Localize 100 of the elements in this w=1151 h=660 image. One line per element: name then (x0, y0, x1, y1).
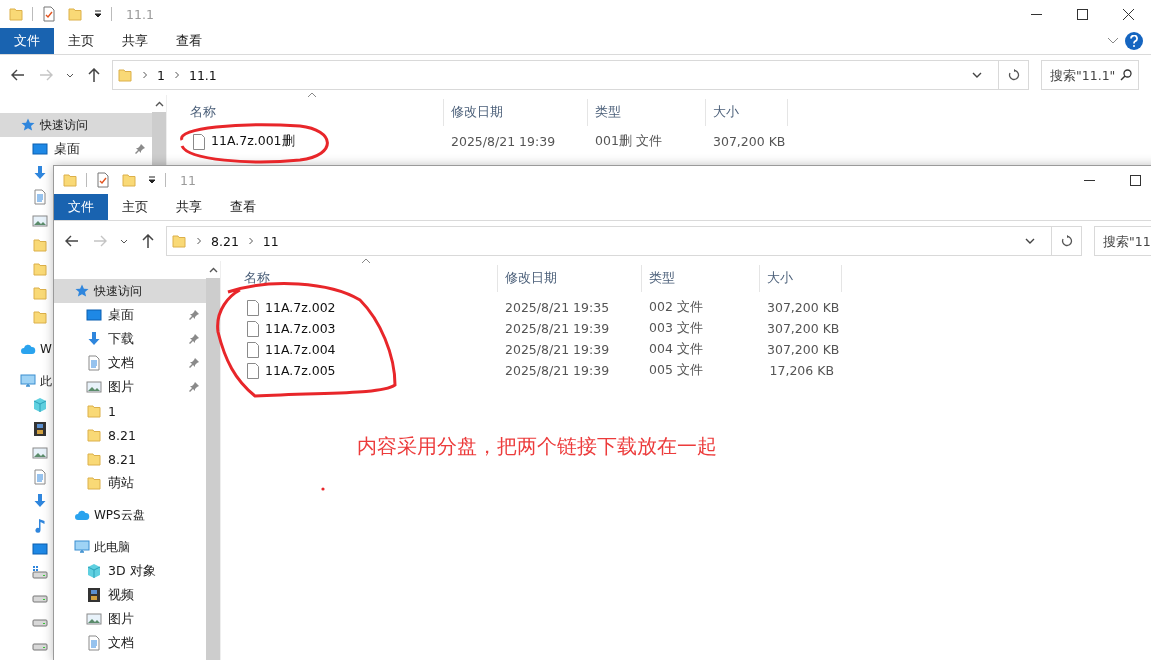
sort-caret-icon (361, 257, 371, 264)
nav-item[interactable]: 此电脑 (54, 535, 130, 559)
refresh-icon (1060, 235, 1073, 247)
nav-item[interactable]: W (0, 337, 52, 361)
annotation-dot (321, 487, 325, 491)
toolbar-button[interactable] (65, 6, 85, 22)
chevron-down-icon (1025, 238, 1035, 244)
nav-item[interactable]: 此 (0, 369, 52, 393)
chevron-icon (246, 237, 255, 245)
file-icon (247, 341, 259, 358)
file-type: 005 文件 (648, 362, 704, 379)
pin-icon[interactable] (134, 143, 146, 155)
expand-ribbon-icon[interactable] (1107, 37, 1119, 45)
column-header[interactable]: 修改日期 (444, 99, 588, 126)
folder-icon (117, 67, 133, 83)
chevron-up-icon (208, 266, 218, 273)
file-size: 307,200 KB (712, 134, 787, 149)
column-header[interactable]: 类型 (642, 265, 760, 292)
nav-item[interactable]: 3D 对象 (54, 559, 156, 583)
ribbon-tab[interactable]: 文件 (0, 28, 54, 54)
file-name[interactable]: 11A.7z.001删 (211, 133, 295, 150)
column-header[interactable]: 名称 (167, 99, 444, 126)
annotation-text: 内容采用分盘，把两个链接下载放在一起 (357, 433, 717, 460)
file-name[interactable]: 11A.7z.002 (265, 300, 336, 315)
pin-icon[interactable] (188, 357, 200, 369)
nav-item[interactable]: 快速访问 (54, 279, 206, 303)
column-header[interactable]: 类型 (588, 99, 706, 126)
back-arrow-icon (65, 235, 79, 247)
maximize-icon (1129, 174, 1141, 186)
ribbon-tab[interactable]: 查看 (162, 28, 216, 54)
nav-item[interactable]: 视频 (54, 583, 134, 607)
search-field[interactable]: 搜索"11.1" (1041, 60, 1139, 90)
file-size: 307,200 KB (766, 300, 841, 315)
nav-item[interactable]: WPS云盘 (54, 503, 145, 527)
pin-icon[interactable] (188, 333, 200, 345)
folder-icon (8, 6, 24, 22)
nav-item[interactable]: 8.21 (54, 423, 136, 447)
nav-item[interactable]: 桌面 (54, 303, 206, 327)
ribbon-tab[interactable]: 共享 (162, 194, 216, 220)
nav-item[interactable]: 1 (54, 399, 116, 423)
nav-item[interactable]: 8.21 (54, 447, 136, 471)
column-header[interactable]: 修改日期 (498, 265, 642, 292)
picture-icon (86, 611, 102, 627)
breadcrumb[interactable]: 8.21 (211, 233, 239, 249)
search-field[interactable]: 搜索"11 (1094, 226, 1151, 256)
ribbon-tab[interactable]: 文件 (54, 194, 108, 220)
forward-arrow-icon (93, 235, 107, 247)
toolbar-button[interactable] (119, 172, 139, 188)
modified-date: 2025/8/21 19:39 (504, 342, 611, 357)
download-arrow-icon (86, 331, 102, 347)
caret-icon (93, 9, 103, 19)
modified-date: 2025/8/21 19:39 (504, 321, 611, 336)
file-name[interactable]: 11A.7z.005 (265, 363, 336, 378)
folder-icon (86, 403, 102, 419)
film-icon (32, 421, 48, 437)
nav-item[interactable]: 图片 (54, 607, 134, 631)
file-type: 002 文件 (648, 299, 704, 316)
file-name[interactable]: 11A.7z.003 (265, 321, 336, 336)
file-name[interactable]: 11A.7z.004 (265, 342, 336, 357)
file-icon (247, 299, 259, 316)
address-bar[interactable]: 1 11.1 (112, 60, 1029, 90)
file-icon (193, 133, 205, 150)
column-header[interactable]: 大小 (760, 265, 842, 292)
file-type: 001删 文件 (594, 133, 663, 150)
nav-item[interactable]: 文档 (54, 631, 134, 655)
up-arrow-icon (142, 234, 154, 248)
nav-item[interactable]: 萌站 (54, 471, 134, 495)
window-title: 11 (180, 172, 196, 188)
document-icon (86, 635, 102, 651)
toolbar-button[interactable] (60, 172, 80, 188)
column-header[interactable]: 大小 (706, 99, 788, 126)
pin-icon[interactable] (188, 309, 200, 321)
folder-icon (32, 285, 48, 301)
ribbon-tab[interactable]: 主页 (108, 194, 162, 220)
ribbon-tab[interactable]: 主页 (54, 28, 108, 54)
scrollbar-thumb[interactable] (206, 278, 220, 660)
toolbar-button[interactable] (6, 6, 26, 22)
nav-item[interactable]: 图片 (54, 375, 206, 399)
chevron-down-icon (972, 72, 982, 78)
pin-icon[interactable] (188, 381, 200, 393)
breadcrumb[interactable]: 11 (262, 233, 279, 249)
nav-item[interactable]: 文档 (54, 351, 206, 375)
help-button[interactable] (1125, 32, 1143, 50)
address-bar[interactable]: 8.21 11 (166, 226, 1082, 256)
folder-icon (121, 172, 137, 188)
film-icon (86, 587, 102, 603)
download-arrow-icon (32, 165, 48, 181)
breadcrumb[interactable]: 11.1 (188, 67, 217, 83)
column-header[interactable]: 名称 (221, 265, 498, 292)
cube-icon (32, 397, 48, 413)
nav-item[interactable]: 下载 (54, 327, 206, 351)
nav-item[interactable]: 桌面 (0, 137, 152, 161)
file-icon (247, 362, 259, 379)
nav-item[interactable]: 快速访问 (0, 113, 152, 137)
computer-icon (74, 539, 90, 555)
close-icon (1122, 8, 1134, 20)
ribbon-tab[interactable]: 共享 (108, 28, 162, 54)
ribbon-tab[interactable]: 查看 (216, 194, 270, 220)
breadcrumb[interactable]: 1 (157, 67, 165, 83)
folder-icon (32, 261, 48, 277)
